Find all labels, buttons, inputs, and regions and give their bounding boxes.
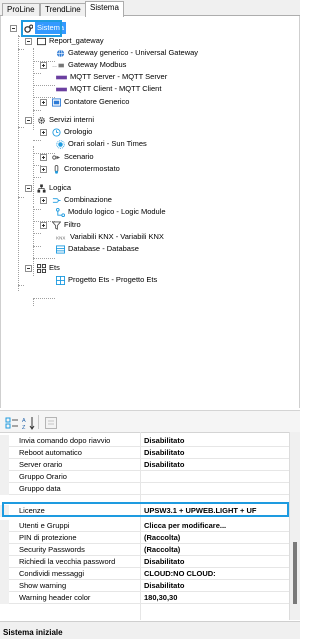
tab-sistema[interactable]: Sistema (85, 1, 124, 17)
property-row-reboot-automatico[interactable]: Reboot automatico Disabilitato (0, 447, 290, 459)
tree-item-logica[interactable]: Logica (25, 182, 245, 194)
svg-text:Z: Z (22, 425, 26, 430)
modbus-icon: ~~ (52, 63, 64, 68)
expand-icon[interactable] (40, 153, 47, 161)
tree-item-orari-solari[interactable]: Orari solari - Sun Times (56, 138, 296, 150)
collapse-icon[interactable] (25, 37, 32, 45)
tab-bar: ProLine TrendLine Sistema (0, 0, 300, 17)
combination-icon (52, 197, 61, 203)
tree-item-progetto-ets[interactable]: Progetto Ets - Progetto Ets (56, 274, 296, 286)
expand-icon[interactable] (40, 61, 47, 69)
property-row-warning-header-color[interactable]: Warning header color 180,30,30 (0, 592, 290, 604)
property-row-condividi-messaggi[interactable]: Condividi messaggi CLOUD:NO CLOUD: (0, 568, 290, 580)
property-row-utenti-gruppi[interactable]: Utenti e Gruppi Clicca per modificare... (0, 520, 290, 532)
svg-text:KNX: KNX (56, 235, 65, 240)
tree-item-orologio[interactable]: Orologio (40, 126, 280, 138)
scenario-icon (52, 154, 61, 160)
ets-network-icon (37, 263, 46, 273)
tree-item-combinazione[interactable]: Combinazione (40, 194, 280, 206)
property-row-pin-protezione[interactable]: PIN di protezione (Raccolta) (0, 532, 290, 544)
property-row-vecchia-password[interactable]: Richiedi la vecchia password Disabilitat… (0, 556, 290, 568)
tree-item-ets[interactable]: Ets (25, 262, 245, 274)
tree-item-contatore[interactable]: Contatore Generico (40, 96, 280, 108)
database-icon (56, 244, 65, 254)
knx-icon: KNX (56, 235, 65, 240)
licenze-highlight (2, 502, 289, 517)
tree-item-database[interactable]: Database - Database (56, 243, 296, 255)
collapse-icon[interactable] (25, 264, 32, 272)
counter-icon (52, 97, 61, 107)
tree-item-gateway-generico[interactable]: Gateway generico - Universal Gateway (56, 47, 296, 59)
expand-icon[interactable] (40, 128, 47, 136)
tree-item-gateway-modbus[interactable]: ~~ Gateway Modbus (40, 59, 280, 71)
description-panel: Sistema iniziale (0, 621, 300, 639)
property-row-gruppo-data[interactable]: Gruppo data (0, 483, 290, 495)
expand-icon[interactable] (40, 196, 47, 204)
ets-project-icon (56, 275, 65, 285)
scrollbar-thumb[interactable] (293, 542, 297, 604)
logic-module-icon (56, 207, 65, 217)
expand-icon[interactable] (40, 165, 47, 173)
tree-item-mqtt-client[interactable]: MQTT Client - MQTT Client (56, 83, 296, 95)
property-row-show-warning[interactable]: Show warning Disabilitato (0, 580, 290, 592)
property-row-gruppo-orario[interactable]: Gruppo Orario (0, 471, 290, 483)
logic-tree-icon (37, 183, 46, 193)
gear-icon (38, 116, 45, 124)
property-toolbar: AZ (0, 410, 300, 432)
report-gateway-icon (37, 37, 46, 45)
expand-icon[interactable] (40, 98, 47, 106)
tree-item-cronotermostato[interactable]: Cronotermostato (40, 163, 280, 175)
tree-item-variabili-knx[interactable]: KNX Variabili KNX - Variabili KNX (56, 231, 296, 243)
description-title: Sistema iniziale (3, 628, 63, 637)
mqtt-icon (56, 75, 67, 79)
system-tree-panel: Sistema Report_gateway Gateway generico … (0, 16, 300, 408)
tab-trendline[interactable]: TrendLine (40, 3, 86, 16)
tab-proline[interactable]: ProLine (2, 3, 40, 16)
collapse-icon[interactable] (25, 116, 32, 124)
tree-item-servizi-interni[interactable]: Servizi interni (25, 114, 245, 126)
categorized-icon[interactable] (4, 415, 18, 429)
tree-item-modulo-logico[interactable]: Modulo logico - Logic Module (56, 206, 296, 218)
toolbar-separator (38, 415, 39, 429)
filter-icon (52, 220, 61, 230)
selection-highlight (21, 20, 62, 37)
collapse-icon[interactable] (10, 24, 17, 32)
property-pages-icon[interactable] (43, 415, 57, 429)
sun-icon (56, 139, 65, 149)
property-row-server-orario[interactable]: Server orario Disabilitato (0, 459, 290, 471)
property-grid-scrollbar[interactable] (289, 432, 300, 620)
svg-text:A: A (22, 418, 26, 424)
thermostat-icon (54, 164, 59, 174)
collapse-icon[interactable] (25, 184, 32, 192)
tree-item-mqtt-server[interactable]: MQTT Server - MQTT Server (56, 71, 296, 83)
property-row-invia-comando[interactable]: Invia comando dopo riavvio Disabilitato (0, 435, 290, 447)
tree-item-filtro[interactable]: Filtro (40, 219, 280, 231)
mqtt-icon (56, 87, 67, 91)
globe-icon (56, 49, 65, 57)
sort-az-icon[interactable]: AZ (21, 415, 35, 431)
svg-text:~~: ~~ (52, 63, 57, 68)
clock-icon (52, 127, 61, 137)
expand-icon[interactable] (40, 221, 47, 229)
property-row-security-passwords[interactable]: Security Passwords (Raccolta) (0, 544, 290, 556)
tree-item-scenario[interactable]: Scenario (40, 151, 280, 163)
